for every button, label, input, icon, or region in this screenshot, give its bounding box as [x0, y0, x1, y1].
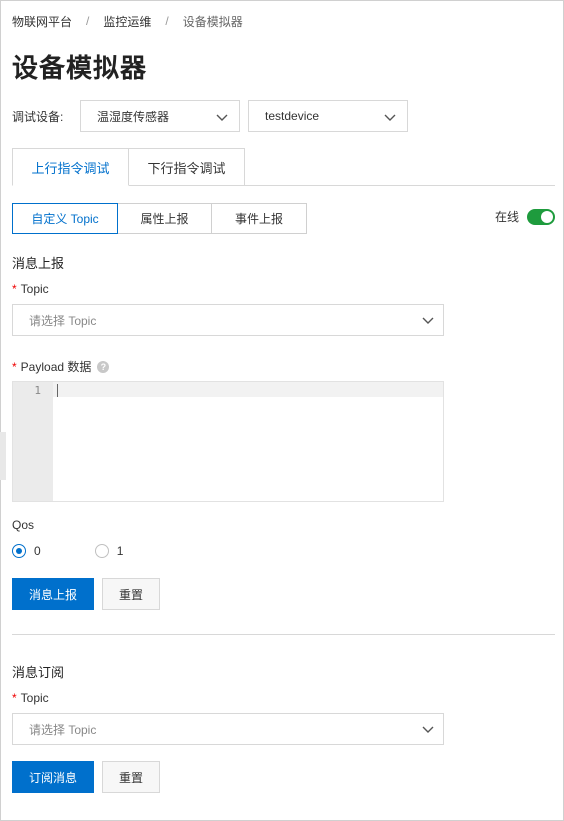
breadcrumb-item-monitoring[interactable]: 监控运维: [103, 13, 151, 30]
required-mark: *: [12, 691, 17, 705]
breadcrumb-item-iot-platform[interactable]: 物联网平台: [12, 13, 72, 30]
required-mark: *: [12, 282, 17, 296]
segment-custom-topic[interactable]: 自定义 Topic: [12, 203, 118, 234]
online-toggle[interactable]: [527, 208, 555, 225]
subscribe-section-title: 消息订阅: [12, 665, 65, 680]
radio-checked-icon[interactable]: [12, 544, 26, 558]
chevron-down-icon: [422, 726, 434, 733]
qos-option-0-label: 0: [34, 544, 41, 558]
publish-topic-label: * Topic: [12, 282, 49, 296]
payload-label: * Payload 数据 ?: [12, 358, 110, 375]
editor-gutter: 1: [13, 382, 53, 501]
report-type-segmented: 自定义 Topic 属性上报 事件上报: [12, 203, 307, 234]
product-select[interactable]: 温湿度传感器: [80, 100, 240, 132]
editor-active-line: [53, 382, 443, 397]
subscribe-topic-select[interactable]: 请选择 Topic: [12, 713, 444, 745]
debug-device-row: 调试设备: 温湿度传感器 testdevice: [12, 100, 408, 132]
payload-label-text: Payload 数据: [20, 360, 92, 374]
chevron-down-icon: [216, 114, 228, 121]
help-icon[interactable]: ?: [97, 360, 110, 373]
subscribe-message-button[interactable]: 订阅消息: [12, 761, 94, 793]
qos-option-1-label: 1: [116, 544, 124, 558]
publish-section-title: 消息上报: [12, 256, 65, 271]
subscribe-topic-label: * Topic: [12, 691, 49, 705]
publish-topic-placeholder: 请选择 Topic: [29, 313, 97, 328]
breadcrumb-item-current: 设备模拟器: [182, 14, 243, 29]
online-label: 在线: [494, 210, 519, 224]
radio-unchecked-icon[interactable]: [94, 544, 109, 558]
online-status: 在线: [495, 208, 555, 225]
debug-device-label: 调试设备:: [12, 109, 64, 124]
product-select-value: 温湿度传感器: [97, 109, 170, 124]
breadcrumb-separator: /: [165, 14, 169, 28]
qos-option-0[interactable]: 0: [12, 544, 41, 558]
publish-topic-label-text: Topic: [20, 282, 49, 296]
tab-downstream[interactable]: 下行指令调试: [128, 148, 245, 186]
debug-tabs: 上行指令调试 下行指令调试: [12, 148, 555, 186]
chevron-down-icon: [422, 317, 434, 324]
subscribe-reset-button[interactable]: 重置: [102, 761, 160, 793]
segment-property-report[interactable]: 属性上报: [117, 203, 212, 234]
tab-upstream[interactable]: 上行指令调试: [12, 148, 129, 186]
device-select-value: testdevice: [265, 109, 320, 123]
publish-topic-select[interactable]: 请选择 Topic: [12, 304, 444, 336]
subscribe-topic-placeholder: 请选择 Topic: [29, 722, 97, 737]
page-title: 设备模拟器: [12, 53, 148, 83]
qos-label: Qos: [12, 518, 35, 532]
chevron-down-icon: [384, 114, 396, 121]
required-mark: *: [12, 359, 17, 374]
payload-editor[interactable]: 1: [12, 381, 444, 502]
line-number: 1: [34, 384, 41, 397]
device-select[interactable]: testdevice: [248, 100, 408, 132]
segment-event-report[interactable]: 事件上报: [211, 203, 307, 234]
publish-message-button[interactable]: 消息上报: [12, 578, 94, 610]
qos-option-1[interactable]: 1: [94, 544, 124, 558]
qos-radio-group: 0 1: [12, 544, 123, 558]
editor-caret: [57, 384, 58, 397]
sidebar-collapse-handle[interactable]: [0, 432, 6, 480]
publish-reset-button[interactable]: 重置: [102, 578, 160, 610]
section-divider: [12, 634, 555, 635]
toggle-knob: [541, 210, 553, 223]
breadcrumb: 物联网平台 / 监控运维 / 设备模拟器: [12, 13, 243, 29]
breadcrumb-separator: /: [86, 14, 90, 28]
subscribe-topic-label-text: Topic: [20, 691, 49, 705]
